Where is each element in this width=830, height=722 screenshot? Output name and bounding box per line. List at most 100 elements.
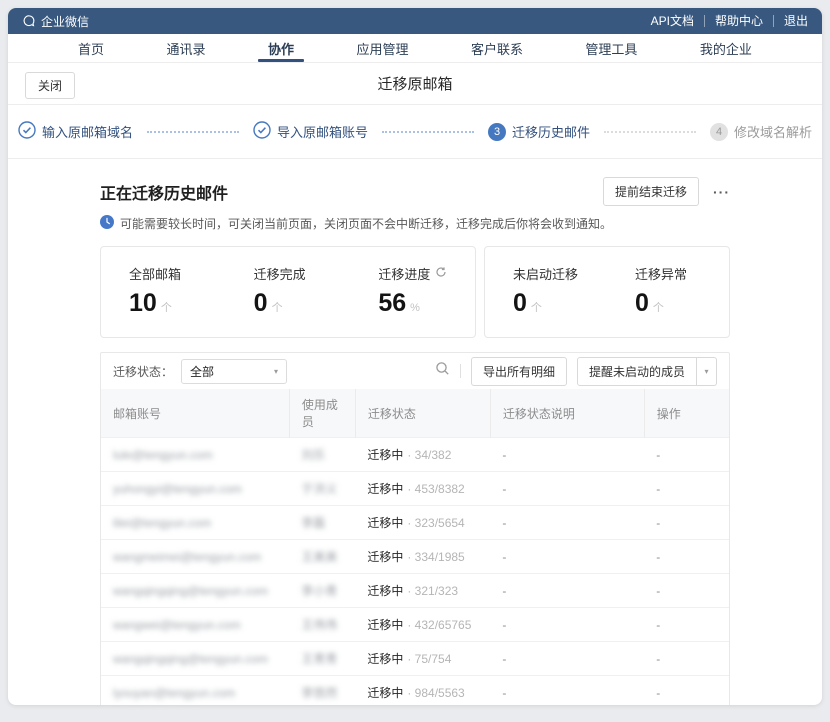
chevron-down-icon: ▾	[274, 367, 278, 376]
status-label: 迁移中	[367, 584, 403, 598]
email-cell: lilei@tengyun.com	[113, 516, 211, 530]
filter-row: 迁移状态： 全部 ▾ 导出所有明细 提醒未启动的成员	[101, 353, 729, 389]
member-cell: 王美美	[301, 550, 337, 564]
nav-my-company[interactable]: 我的企业	[696, 34, 756, 62]
app-window: 企业微信 API文档 帮助中心 退出 首页 通讯录 协作 应用管理 客户联系 管…	[8, 8, 822, 705]
stat-suffix: 个	[161, 302, 172, 314]
vertical-divider	[460, 364, 461, 378]
api-docs-link[interactable]: API文档	[641, 15, 704, 27]
clock-icon	[100, 215, 114, 232]
stat-total-mailboxes: 全部邮箱 10个	[101, 264, 226, 318]
stat-label: 迁移进度	[378, 264, 475, 283]
migration-table: 邮箱账号 使用成员 迁移状态 迁移状态说明 操作 lule@tengyun.co…	[101, 389, 729, 705]
step-modify-dns: 4 修改域名解析	[710, 122, 812, 141]
end-migration-early-button[interactable]: 提前结束迁移	[603, 177, 699, 206]
nav-collaboration[interactable]: 协作	[264, 34, 298, 62]
stat-value: 56%	[378, 289, 475, 318]
step-label: 修改域名解析	[734, 122, 812, 141]
status-label: 迁移中	[367, 550, 403, 564]
selected-option: 全部	[190, 363, 214, 380]
column-header-status: 迁移状态	[355, 389, 490, 438]
step-number-badge: 4	[710, 123, 728, 141]
status-progress: · 321/323	[407, 584, 458, 598]
close-button[interactable]: 关闭	[25, 72, 75, 99]
export-details-button[interactable]: 导出所有明细	[471, 357, 567, 386]
stats-card-issues: 未启动迁移 0个 迁移异常 0个	[484, 246, 730, 338]
member-cell: 李磊	[301, 516, 325, 530]
more-actions-button[interactable]: ···	[713, 184, 730, 200]
nav-contacts[interactable]: 通讯录	[162, 34, 209, 62]
step-migrate-history: 3 迁移历史邮件	[488, 122, 590, 141]
remind-dropdown-caret[interactable]: ▾	[697, 357, 717, 386]
stat-suffix: 个	[272, 302, 283, 314]
remind-split-button: 提醒未启动的成员 ▾	[577, 357, 717, 386]
email-cell: wangqingqing@tengyun.com	[113, 652, 268, 666]
stats-row: 全部邮箱 10个 迁移完成 0个 迁移进度	[100, 246, 730, 338]
topbar: 企业微信 API文档 帮助中心 退出	[8, 8, 822, 34]
column-header-email: 邮箱账号	[101, 389, 289, 438]
step-enter-domain: 输入原邮箱域名	[18, 121, 133, 142]
member-cell: 王青青	[301, 652, 337, 666]
table-row: wangqingqing@tengyun.com 李小青 迁移中· 321/32…	[101, 574, 729, 608]
main-content: 正在迁移历史邮件 提前结束迁移 ··· 可能需要较长时间，可关闭当前页面，关闭页…	[100, 177, 730, 705]
action-cell: -	[644, 506, 729, 540]
table-header-row: 邮箱账号 使用成员 迁移状态 迁移状态说明 操作	[101, 389, 729, 438]
action-cell: -	[644, 608, 729, 642]
stat-label: 迁移异常	[635, 264, 729, 283]
wizard-title: 迁移原邮箱	[377, 73, 452, 94]
nav-admin-tools[interactable]: 管理工具	[581, 34, 641, 62]
status-progress: · 334/1985	[407, 550, 464, 564]
email-cell: yuhongyi@tengyun.com	[113, 482, 242, 496]
column-header-status-note: 迁移状态说明	[490, 389, 644, 438]
wizard-header: 关闭 迁移原邮箱	[8, 63, 822, 105]
help-center-link[interactable]: 帮助中心	[704, 15, 773, 27]
email-cell: wangwei@tengyun.com	[113, 618, 241, 632]
nav-app-management[interactable]: 应用管理	[352, 34, 412, 62]
step-connector	[147, 131, 239, 133]
table-row: lilei@tengyun.com 李磊 迁移中· 323/5654 - -	[101, 506, 729, 540]
email-cell: wangmeimei@tengyun.com	[113, 550, 261, 564]
migration-status-select[interactable]: 全部 ▾	[181, 359, 287, 384]
check-circle-icon	[253, 121, 271, 142]
stat-suffix: 个	[653, 302, 664, 314]
status-progress: · 323/5654	[407, 516, 464, 530]
status-progress: · 453/8382	[407, 482, 464, 496]
status-note-cell: -	[490, 642, 644, 676]
action-cell: -	[644, 472, 729, 506]
status-note-cell: -	[490, 438, 644, 472]
stat-suffix: %	[410, 302, 420, 314]
member-cell: 于洪义	[301, 482, 337, 496]
table-row: wangqingqing@tengyun.com 王青青 迁移中· 75/754…	[101, 642, 729, 676]
brand: 企业微信	[22, 13, 89, 30]
status-progress: · 34/382	[407, 448, 451, 462]
table-row: yuhongyi@tengyun.com 于洪义 迁移中· 453/8382 -…	[101, 472, 729, 506]
remind-not-started-button[interactable]: 提醒未启动的成员	[577, 357, 697, 386]
step-label: 迁移历史邮件	[512, 122, 590, 141]
search-icon[interactable]	[435, 361, 450, 381]
section-actions: 提前结束迁移 ···	[603, 177, 730, 206]
refresh-icon[interactable]	[435, 266, 447, 281]
step-label: 输入原邮箱域名	[42, 122, 133, 141]
status-progress: · 984/5563	[407, 686, 464, 700]
member-cell: 李小青	[301, 584, 337, 598]
step-connector	[604, 131, 696, 133]
status-progress: · 75/754	[407, 652, 451, 666]
stat-value: 0个	[254, 289, 351, 318]
status-note-cell: -	[490, 540, 644, 574]
status-note-cell: -	[490, 574, 644, 608]
table-row: wangwei@tengyun.com 王伟伟 迁移中· 432/65765 -…	[101, 608, 729, 642]
status-progress: · 432/65765	[407, 618, 471, 632]
stat-migration-error: 迁移异常 0个	[607, 264, 729, 318]
table-row: wangmeimei@tengyun.com 王美美 迁移中 · 334/1985…	[101, 540, 729, 574]
migration-table-panel: 迁移状态： 全部 ▾ 导出所有明细 提醒未启动的成员	[100, 352, 730, 705]
nav-customer-contact[interactable]: 客户联系	[467, 34, 527, 62]
status-label: 迁移中	[367, 516, 403, 530]
brand-name: 企业微信	[41, 13, 89, 30]
logout-link[interactable]: 退出	[773, 15, 808, 27]
table-row: lule@tengyun.com 刘乐 迁移中· 34/382 - -	[101, 438, 729, 472]
status-note-cell: -	[490, 676, 644, 706]
status-note-cell: -	[490, 472, 644, 506]
step-number-badge: 3	[488, 123, 506, 141]
step-connector	[382, 131, 474, 133]
nav-home[interactable]: 首页	[74, 34, 108, 62]
